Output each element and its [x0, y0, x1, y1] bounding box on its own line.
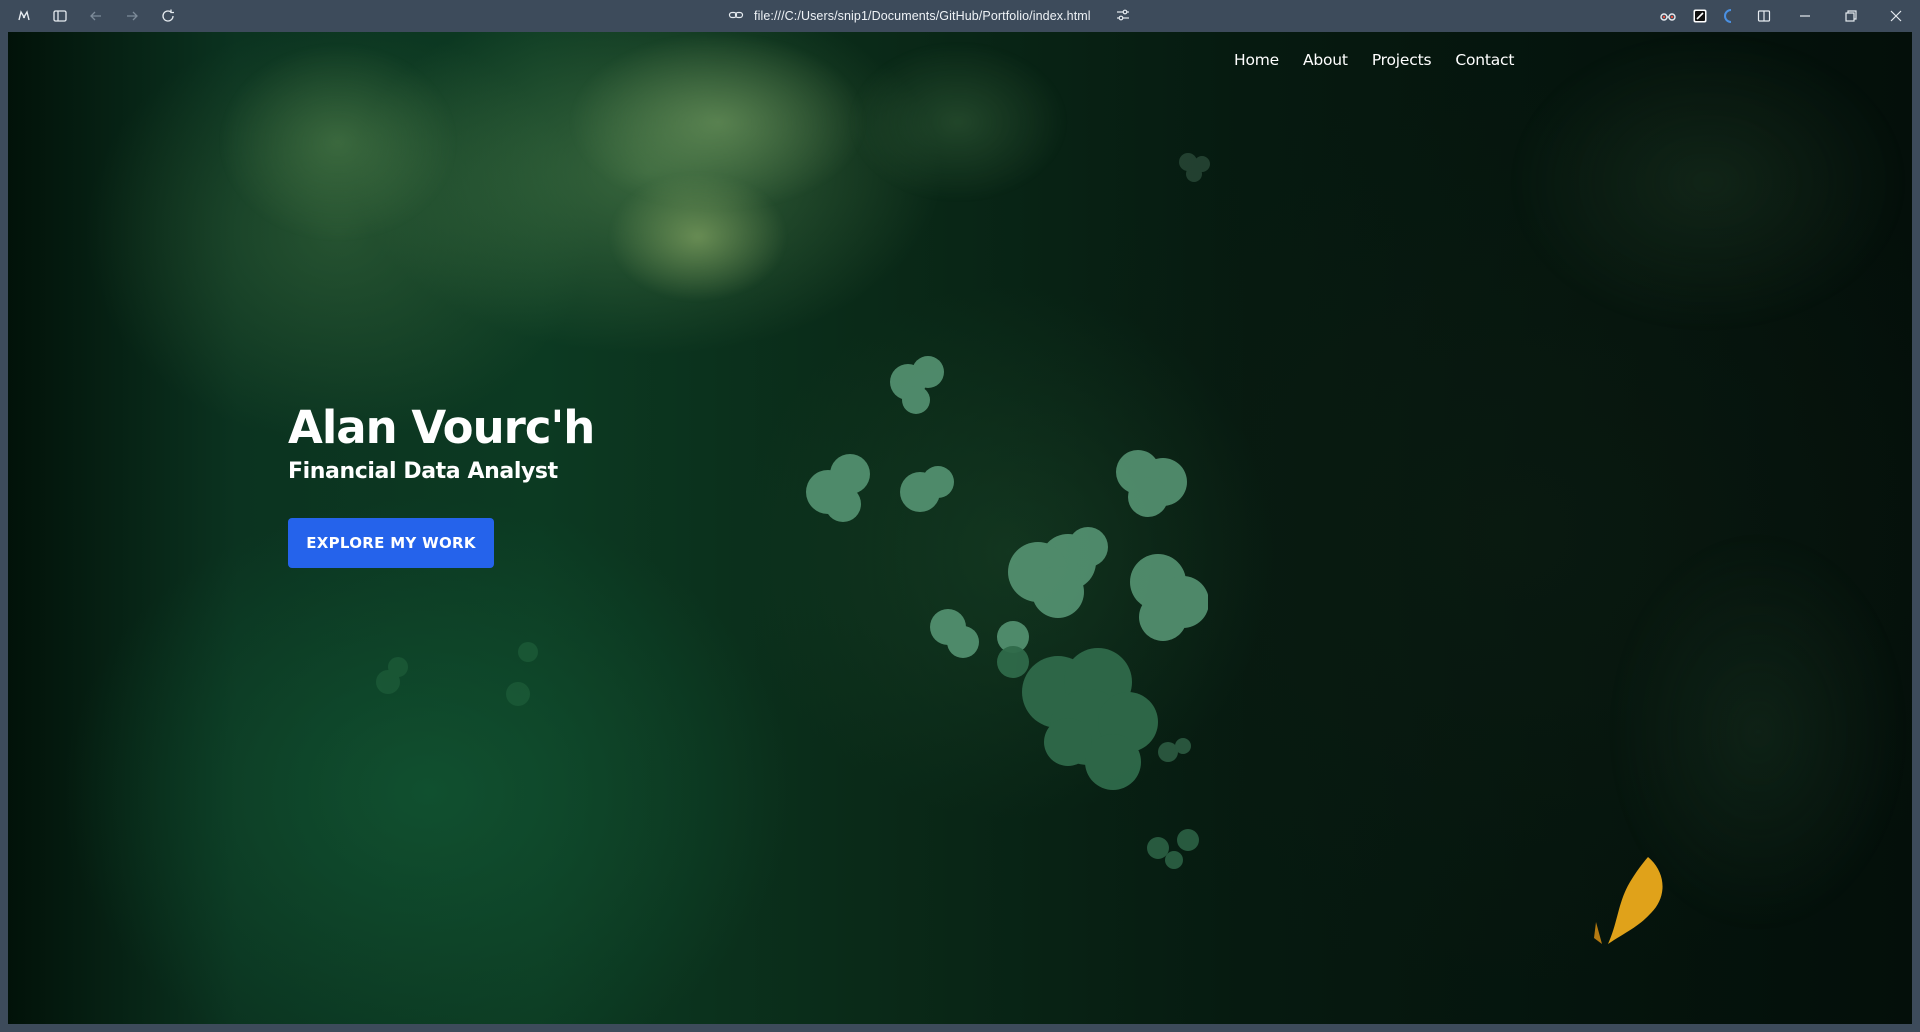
app-menu-icon[interactable]	[14, 6, 34, 26]
extension-black-square-icon[interactable]	[1690, 6, 1710, 26]
clover-leaves-decoration	[806, 356, 1208, 790]
extension-blue-icon[interactable]	[1718, 6, 1738, 26]
browser-toolbar: file:///C:/Users/snip1/Documents/GitHub/…	[0, 0, 1920, 32]
close-icon[interactable]	[1886, 6, 1906, 26]
sidebar-toggle-icon[interactable]	[50, 6, 70, 26]
hero-section: Alan Vourc'h Financial Data Analyst EXPL…	[288, 400, 595, 568]
extension-glasses-icon[interactable]	[1658, 6, 1678, 26]
browser-window: file:///C:/Users/snip1/Documents/GitHub/…	[0, 0, 1920, 1032]
nav-link-about[interactable]: About	[1303, 51, 1348, 69]
back-icon[interactable]	[86, 6, 106, 26]
minimize-icon[interactable]	[1795, 6, 1815, 26]
address-bar[interactable]: file:///C:/Users/snip1/Documents/GitHub/…	[728, 4, 1131, 28]
explore-work-button[interactable]: EXPLORE MY WORK	[288, 518, 494, 568]
yellow-leaf-decoration	[1594, 857, 1663, 944]
site-settings-icon[interactable]	[1115, 7, 1131, 26]
small-clover-decoration	[1179, 153, 1210, 182]
small-clover-decoration-2	[1147, 829, 1199, 869]
page-viewport: Home About Projects Contact Alan Vourc'h…	[8, 32, 1912, 1024]
hero-role: Financial Data Analyst	[288, 459, 558, 484]
hero-name: Alan Vourc'h	[288, 401, 595, 454]
main-nav: Home About Projects Contact	[1234, 51, 1514, 69]
faded-clover-decoration	[376, 642, 538, 706]
url-text[interactable]: file:///C:/Users/snip1/Documents/GitHub/…	[754, 9, 1091, 23]
restore-icon[interactable]	[1841, 6, 1861, 26]
nav-link-home[interactable]: Home	[1234, 51, 1279, 69]
forward-icon[interactable]	[122, 6, 142, 26]
nav-link-projects[interactable]: Projects	[1372, 51, 1432, 69]
split-view-icon[interactable]	[1754, 6, 1774, 26]
reload-icon[interactable]	[158, 6, 178, 26]
link-icon	[728, 7, 744, 26]
nav-link-contact[interactable]: Contact	[1455, 51, 1514, 69]
